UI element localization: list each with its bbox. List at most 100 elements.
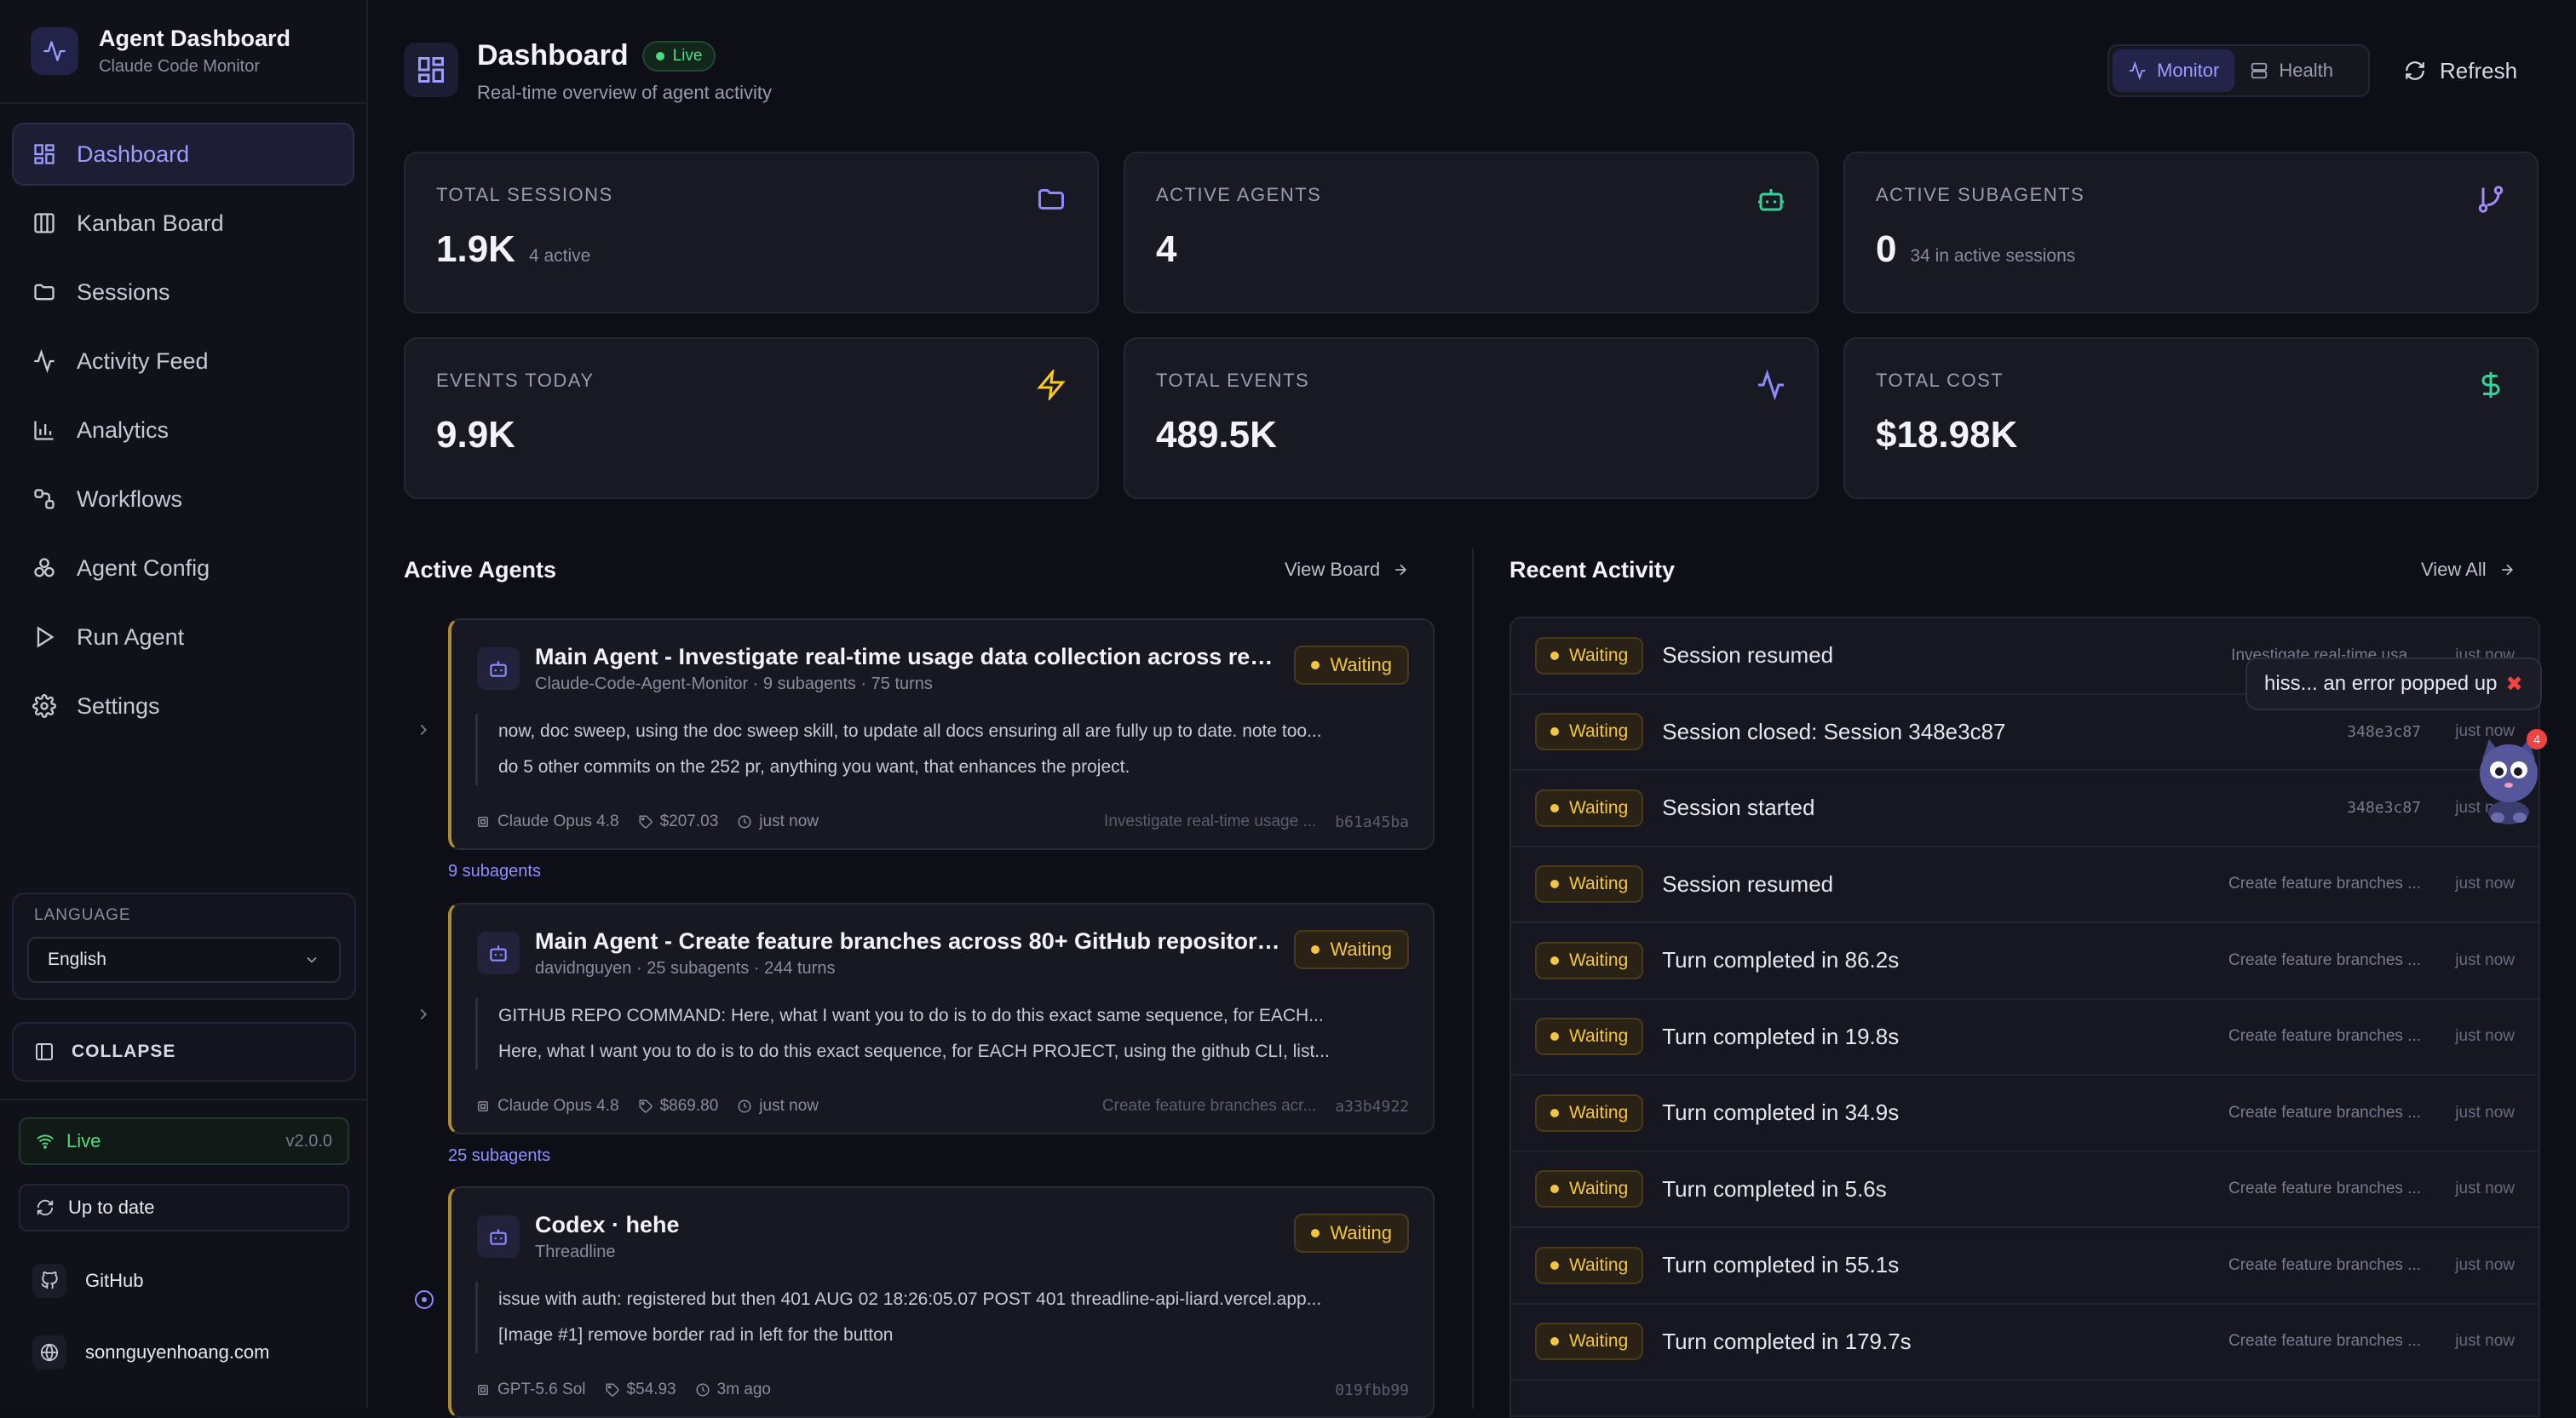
website-link[interactable]: sonnguyenhoang.com <box>19 1327 349 1378</box>
sidebar-item-activity-feed[interactable]: Activity Feed <box>12 330 354 393</box>
live-label: Live <box>66 1130 101 1151</box>
chevron-right-icon[interactable] <box>414 1005 433 1024</box>
agent-meta: Claude-Code-Agent-Monitor · 9 subagents … <box>535 675 933 693</box>
agent-card[interactable]: Codex · hehe Threadline Waiting issue wi… <box>448 1186 1435 1418</box>
activity-context: Create feature branches ... <box>2228 1332 2421 1351</box>
activity-icon <box>1758 370 1784 400</box>
language-section: LANGUAGE English <box>12 893 356 1000</box>
stat-card-active-agents[interactable]: ACTIVE AGENTS 4 <box>1124 152 1819 313</box>
status-dot-icon <box>1550 956 1559 965</box>
subagents-link[interactable]: 25 subagents <box>448 1146 550 1166</box>
tag-icon <box>639 815 653 829</box>
monitor-tab[interactable]: Monitor <box>2113 49 2235 92</box>
stat-card-active-subagents[interactable]: ACTIVE SUBAGENTS 0 34 in active sessions <box>1843 152 2539 313</box>
prompt-line: issue with auth: registered but then 401… <box>498 1289 1322 1309</box>
status-label: Waiting <box>1569 645 1629 665</box>
agent-hash: a33b4922 <box>1335 1097 1409 1116</box>
activity-context: 348e3c87 <box>2347 722 2421 741</box>
stat-label: TOTAL COST <box>1876 370 2004 391</box>
status-dot-icon <box>1311 1229 1320 1237</box>
refresh-label: Refresh <box>2440 57 2518 83</box>
agent-task: Investigate real-time usage ... <box>1104 812 1317 830</box>
status-badge: Waiting <box>1294 646 1409 685</box>
activity-text: Turn completed in 55.1s <box>1662 1252 1900 1278</box>
status-label: Waiting <box>1330 1222 1392 1243</box>
brand-subtitle: Claude Code Monitor <box>99 57 260 76</box>
boxes-icon <box>34 558 55 577</box>
health-tab[interactable]: Health <box>2234 49 2349 92</box>
refresh-button[interactable]: Refresh <box>2394 44 2527 97</box>
activity-row[interactable]: Waiting Turn completed in 5.6s Create fe… <box>1511 1152 2539 1228</box>
sidebar-item-label: Activity Feed <box>77 347 209 374</box>
tag-icon <box>606 1383 619 1397</box>
status-badge: Waiting <box>1535 1170 1644 1208</box>
stat-card-total-events[interactable]: TOTAL EVENTS 489.5K <box>1124 337 1819 499</box>
cpu-icon <box>478 817 488 827</box>
sidebar-item-run-agent[interactable]: Run Agent <box>12 606 354 669</box>
brand-title: Agent Dashboard <box>99 26 291 51</box>
live-dot-icon <box>655 51 664 60</box>
activity-context: 348e3c87 <box>2347 799 2421 818</box>
activity-row[interactable]: Waiting Turn completed in 179.7s Create … <box>1511 1305 2539 1381</box>
stat-card-total-sessions[interactable]: TOTAL SESSIONS 1.9K 4 active <box>404 152 1099 313</box>
stat-label: TOTAL SESSIONS <box>436 184 613 205</box>
sidebar-item-agent-config[interactable]: Agent Config <box>12 537 354 600</box>
activity-row[interactable]: Waiting Session started 348e3c87 just no… <box>1511 771 2539 847</box>
view-toggle: Monitor Health <box>2107 44 2370 97</box>
sidebar-item-sessions[interactable]: Sessions <box>12 261 354 324</box>
stat-label: EVENTS TODAY <box>436 370 595 391</box>
status-dot-icon <box>1550 1032 1559 1042</box>
language-select[interactable]: English <box>27 937 341 983</box>
activity-row[interactable]: Waiting Turn completed in 19.8s Create f… <box>1511 1000 2539 1076</box>
github-link[interactable]: GitHub <box>19 1255 349 1306</box>
sidebar-item-dashboard[interactable]: Dashboard <box>12 123 354 186</box>
activity-time: just now <box>2455 1180 2515 1198</box>
status-dot-icon <box>1550 727 1559 737</box>
notification-badge: 4 <box>2527 729 2547 749</box>
agent-hash: 019fbb99 <box>1335 1381 1409 1399</box>
sidebar-item-kanban-board[interactable]: Kanban Board <box>12 192 354 255</box>
sidebar-item-settings[interactable]: Settings <box>12 675 354 738</box>
git-branch-icon <box>2478 186 2504 213</box>
agent-card[interactable]: Main Agent - Create feature branches acr… <box>448 903 1435 1134</box>
prompt-line: GITHUB REPO COMMAND: Here, what I want y… <box>498 1006 1324 1025</box>
stat-card-events-today[interactable]: EVENTS TODAY 9.9K <box>404 337 1099 499</box>
agent-card[interactable]: Main Agent - Investigate real-time usage… <box>448 618 1435 850</box>
sidebar-item-analytics[interactable]: Analytics <box>12 399 354 462</box>
monitor-label: Monitor <box>2157 60 2220 81</box>
activity-text: Session resumed <box>1662 642 1834 669</box>
status-label: Waiting <box>1569 1102 1629 1122</box>
sidebar-item-label: Settings <box>77 692 160 719</box>
stat-sub: 4 active <box>528 246 591 266</box>
activity-row[interactable]: Waiting Session resumed Create feature b… <box>1511 847 2539 923</box>
stat-label: TOTAL EVENTS <box>1156 370 1310 391</box>
activity-text: Turn completed in 5.6s <box>1662 1175 1887 1202</box>
mascot-tooltip: hiss... an error popped up ✖ <box>2245 657 2542 710</box>
arrow-right-icon <box>1395 564 1407 576</box>
view-all-link[interactable]: View All <box>2421 559 2516 581</box>
view-board-link[interactable]: View Board <box>1285 559 1409 581</box>
status-label: Waiting <box>1569 1331 1629 1352</box>
loader-icon <box>415 1290 434 1309</box>
activity-time: just now <box>2455 950 2515 969</box>
subagents-link[interactable]: 9 subagents <box>448 862 541 881</box>
activity-row[interactable]: Waiting Turn completed in 86.2s Create f… <box>1511 923 2539 1000</box>
stat-sub: 34 in active sessions <box>1910 246 2076 266</box>
activity-row[interactable]: Waiting Turn completed in 55.1s Create f… <box>1511 1228 2539 1305</box>
stat-card-total-cost[interactable]: TOTAL COST $18.98K <box>1843 337 2539 499</box>
brand[interactable]: Agent Dashboard Claude Code Monitor <box>0 0 366 104</box>
chevron-right-icon[interactable] <box>414 720 433 739</box>
bot-icon <box>477 647 520 690</box>
stat-value: 1.9K <box>436 228 515 270</box>
bot-icon <box>477 1215 520 1258</box>
agent-prompt: issue with auth: registered but then 401… <box>475 1282 1412 1353</box>
stat-value: $18.98K <box>1876 414 2018 456</box>
status-badge: Waiting <box>1294 930 1409 969</box>
update-status-button[interactable]: Up to date <box>19 1184 349 1231</box>
status-dot-icon <box>1550 1108 1559 1117</box>
prompt-line: [Image #1] remove border rad in left for… <box>498 1325 894 1345</box>
activity-row[interactable]: Waiting Turn completed in 34.9s Create f… <box>1511 1076 2539 1152</box>
bar-chart-icon <box>34 421 54 440</box>
sidebar-item-workflows[interactable]: Workflows <box>12 468 354 531</box>
collapse-button[interactable]: COLLAPSE <box>12 1022 356 1082</box>
